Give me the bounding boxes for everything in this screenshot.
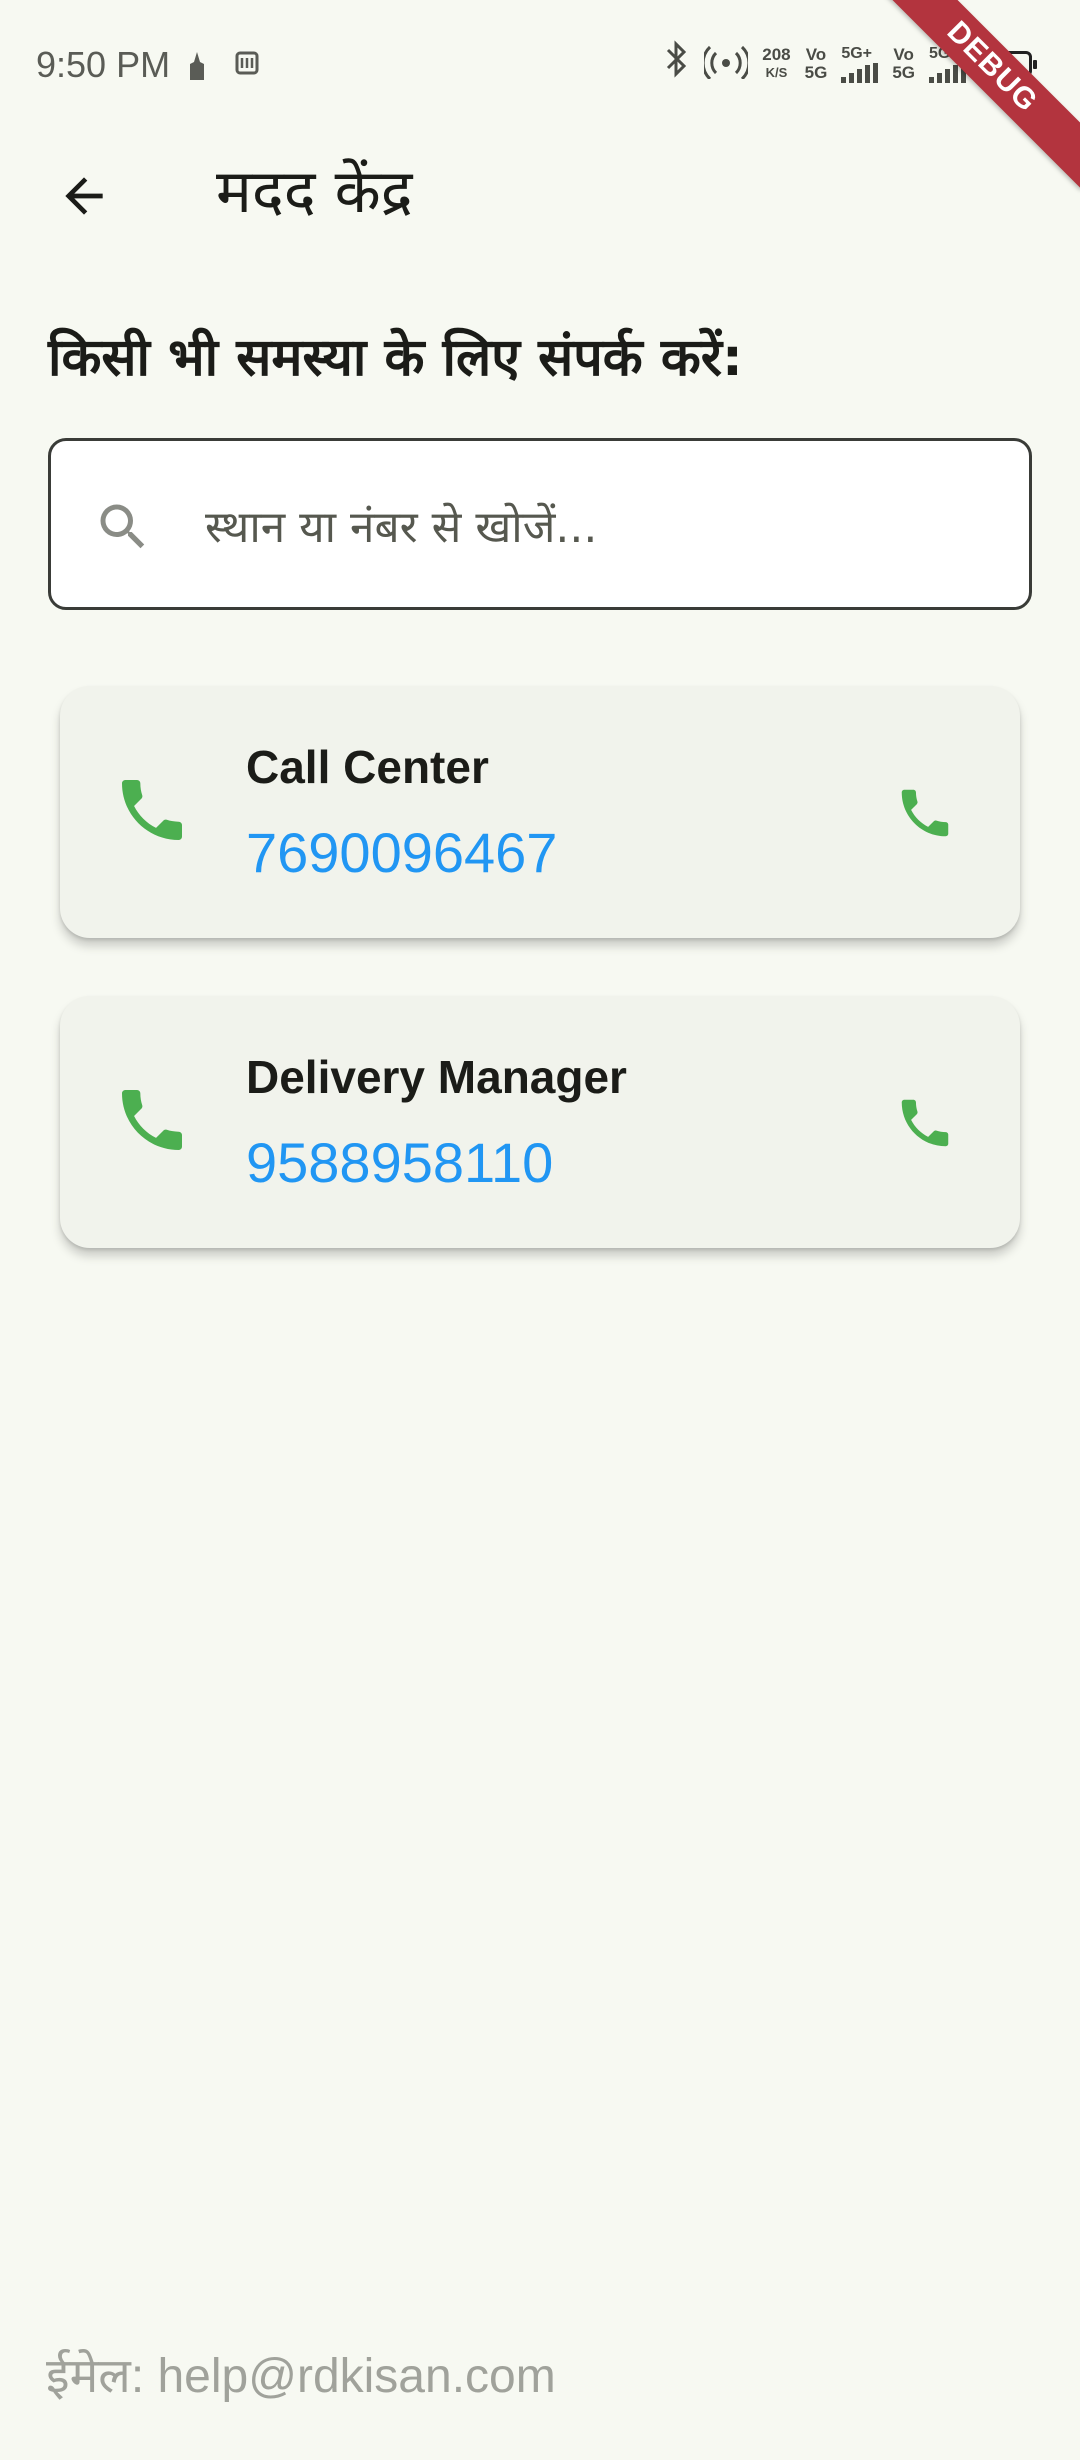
search-field[interactable] — [48, 438, 1032, 610]
contact-name: Call Center — [246, 741, 489, 793]
hotspot-icon — [701, 43, 751, 84]
contact-card-delivery-manager[interactable]: Delivery Manager 9588958110 — [60, 996, 1020, 1248]
phone-icon — [901, 1099, 949, 1147]
sim1-signal: 5G+ — [841, 45, 879, 83]
app-bar: मदद केंद्र — [0, 136, 1080, 248]
notification-icon — [186, 50, 208, 88]
phone-icon — [122, 780, 182, 840]
contact-name: Delivery Manager — [246, 1051, 627, 1103]
net-speed: 208 K/S — [762, 44, 791, 80]
call-button[interactable] — [894, 782, 956, 844]
support-email[interactable]: ईमेल: help@rdkisan.com — [46, 2342, 556, 2407]
arrow-back-icon — [65, 177, 103, 215]
contact-number[interactable]: 9588958110 — [246, 1130, 553, 1195]
contact-number[interactable]: 7690096467 — [246, 820, 557, 885]
contact-card-call-center[interactable]: Call Center 7690096467 — [60, 686, 1020, 938]
status-time: 9:50 PM — [36, 44, 171, 85]
search-icon — [100, 504, 145, 549]
bluetooth-icon — [664, 40, 690, 87]
section-heading: किसी भी समस्या के लिए संपर्क करें: — [48, 328, 743, 388]
back-button[interactable] — [44, 156, 124, 236]
page-title: मदद केंद्र — [216, 157, 413, 227]
sim1-volte: Vo 5G — [804, 44, 828, 82]
search-input[interactable] — [203, 471, 987, 583]
nfc-icon — [234, 50, 260, 88]
phone-icon — [901, 789, 949, 837]
phone-icon — [122, 1090, 182, 1150]
sim2-volte: Vo 5G — [892, 44, 915, 82]
signal-icon — [841, 62, 879, 83]
call-button[interactable] — [894, 1092, 956, 1154]
